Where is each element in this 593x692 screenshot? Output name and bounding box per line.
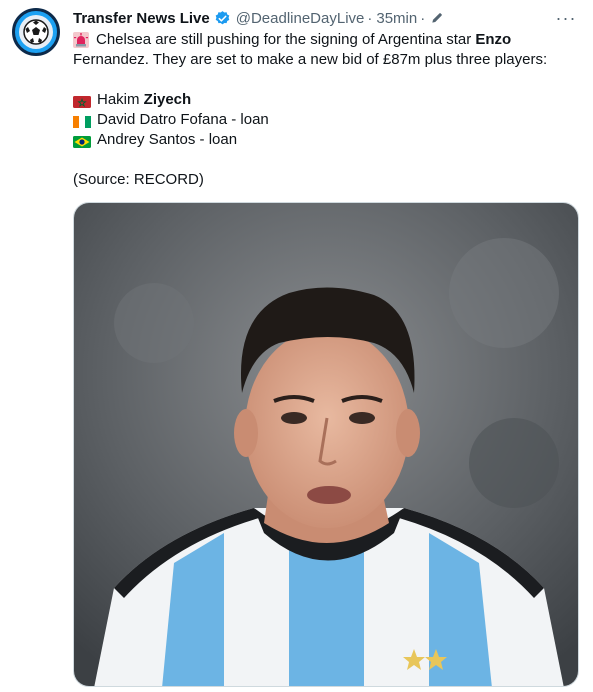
soccer-ball-icon [19,15,53,49]
player-list-item: Hakim Ziyech [73,90,573,110]
ivory-coast-flag-icon [73,114,91,128]
player-photo [74,203,578,686]
tweet-header: Transfer News Live @DeadlineDayLive · 35… [73,8,579,28]
morocco-flag-icon [73,94,91,108]
player-name: Hakim [97,91,144,108]
text-line: Chelsea are still pushing for the signin… [73,30,573,50]
avatar[interactable] [12,8,60,56]
player-name: Andrey Santos - loan [97,131,238,148]
verified-badge-icon [214,10,231,27]
player-list-item: David Datro Fofana - loan [73,110,573,130]
author-name[interactable]: Transfer News Live [73,10,210,27]
edit-pencil-icon[interactable] [430,11,444,25]
player-name-bold: Ziyech [143,91,192,108]
brazil-flag-icon [73,134,91,148]
text-segment: Chelsea are still pushing for the signin… [96,31,476,48]
author-handle[interactable]: @DeadlineDayLive [236,10,365,27]
player-list-item: Andrey Santos - loan [73,130,573,150]
tweet-media-image[interactable] [73,202,579,687]
player-name: David Datro Fofana - loan [97,111,269,128]
separator: · [420,9,426,27]
text-line: Fernandez. They are set to make a new bi… [73,51,548,68]
source-text: (Source: RECORD) [73,171,204,188]
timestamp[interactable]: 35min [376,10,417,27]
text-bold-segment: Enzo [475,31,512,48]
tweet-text: Chelsea are still pushing for the signin… [73,30,573,190]
siren-icon [73,32,89,48]
more-options-button[interactable]: ··· [551,6,581,30]
separator: · [367,9,373,27]
